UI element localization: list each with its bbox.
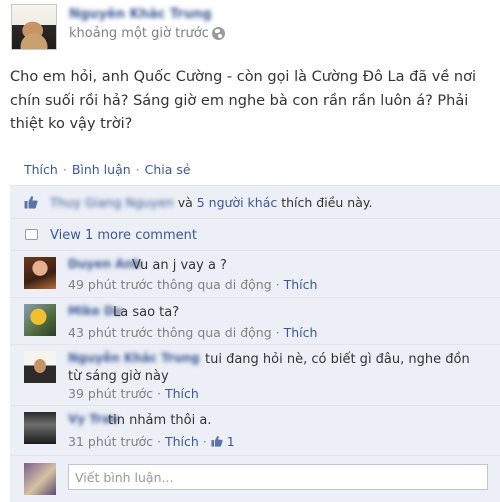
comment-time[interactable]: 31 phút trước [68, 434, 153, 449]
comment-bubble-icon [25, 229, 38, 240]
thumbs-up-icon [24, 196, 38, 209]
comment-item: Mike Do La sao ta? 43 phút trước thông q… [10, 297, 500, 344]
meta-separator: · [202, 434, 207, 449]
commenter-avatar[interactable] [24, 351, 56, 383]
comment-text: tui đang hỏi nè, có biết gì đâu, nghe đồ… [205, 352, 470, 367]
thumbs-up-icon [211, 435, 223, 447]
comment-time[interactable]: 43 phút trước [68, 325, 153, 340]
comment-via: thông qua di động [157, 325, 272, 340]
comment-item: Nguyễn Khắc Trung tui đang hỏi nè, có bi… [10, 344, 500, 405]
comment-text: tin nhảm thôi a. [108, 413, 212, 428]
author-name[interactable]: Nguyễn Khắc Trung [69, 7, 212, 22]
comment-meta: 49 phút trước thông qua di động · Thích [68, 277, 317, 292]
author-avatar[interactable] [11, 4, 57, 50]
post-header: Nguyễn Khắc Trung khoảng một giờ trước [0, 0, 500, 56]
comment-like-link[interactable]: Thích [284, 325, 318, 340]
commenter-avatar[interactable] [24, 257, 56, 289]
liker-name[interactable]: Thuy Giang Nguyen [50, 195, 174, 210]
viewer-avatar [24, 463, 56, 495]
feedback-panel: Thuy Giang Nguyen và 5 người khác thích … [10, 185, 500, 502]
like-action[interactable]: Thích [24, 162, 58, 177]
share-action[interactable]: Chia sẻ [145, 162, 191, 177]
comment-like-link[interactable]: Thích [284, 277, 318, 292]
comment-meta: 39 phút trước · Thích [68, 386, 199, 401]
comment-time[interactable]: 39 phút trước [68, 386, 153, 401]
comment-via: thông qua di động [157, 277, 272, 292]
likes-and: và [177, 195, 193, 210]
comment-item: Duyen Anh Vu an j vay a ? 49 phút trước … [10, 250, 500, 295]
meta-separator: · [157, 386, 161, 401]
meta-separator: · [275, 277, 280, 292]
comment-item: Vy Tran tin nhảm thôi a. 31 phút trước ·… [10, 405, 500, 455]
commenter-name[interactable]: Nguyễn Khắc Trung [68, 351, 200, 365]
likes-suffix: thích điều này. [281, 195, 373, 210]
meta-separator: · [275, 325, 280, 340]
commenter-avatar[interactable] [24, 412, 56, 444]
comment-like-link[interactable]: Thích [165, 434, 199, 449]
comment-meta: 31 phút trước · Thích · 1 [68, 434, 235, 449]
comment-like-count[interactable]: 1 [227, 434, 235, 449]
action-separator: · [62, 162, 67, 177]
view-more-comments-link[interactable]: View 1 more comment [50, 228, 197, 243]
likes-row: Thuy Giang Nguyen và 5 người khác thích … [10, 185, 500, 218]
globe-icon [212, 27, 225, 40]
commenter-avatar[interactable] [24, 304, 56, 336]
reply-row [10, 455, 500, 502]
comment-meta: 43 phút trước thông qua di động · Thích [68, 325, 317, 340]
comment-text-continued: từ sáng giờ này [68, 369, 169, 384]
post-time[interactable]: khoảng một giờ trước [69, 26, 209, 41]
post-action-bar: Thích · Bình luận · Chia sẻ [0, 157, 500, 185]
action-separator: · [135, 162, 140, 177]
comment-text: Vu an j vay a ? [132, 258, 227, 273]
comment-like-link[interactable]: Thích [165, 386, 199, 401]
commenter-name[interactable]: Duyen Anh [68, 257, 142, 271]
meta-separator: · [157, 434, 161, 449]
post-text: Cho em hỏi, anh Quốc Cường - còn gọi là … [10, 69, 476, 132]
likes-others-link[interactable]: 5 người khác [197, 195, 278, 210]
comment-action[interactable]: Bình luận [72, 162, 131, 177]
comment-time[interactable]: 49 phút trước [68, 277, 153, 292]
likes-summary: Thuy Giang Nguyen và 5 người khác thích … [50, 195, 372, 210]
view-more-row: View 1 more comment [10, 218, 500, 250]
comment-input[interactable] [68, 464, 488, 490]
comment-text: La sao ta? [113, 305, 180, 320]
